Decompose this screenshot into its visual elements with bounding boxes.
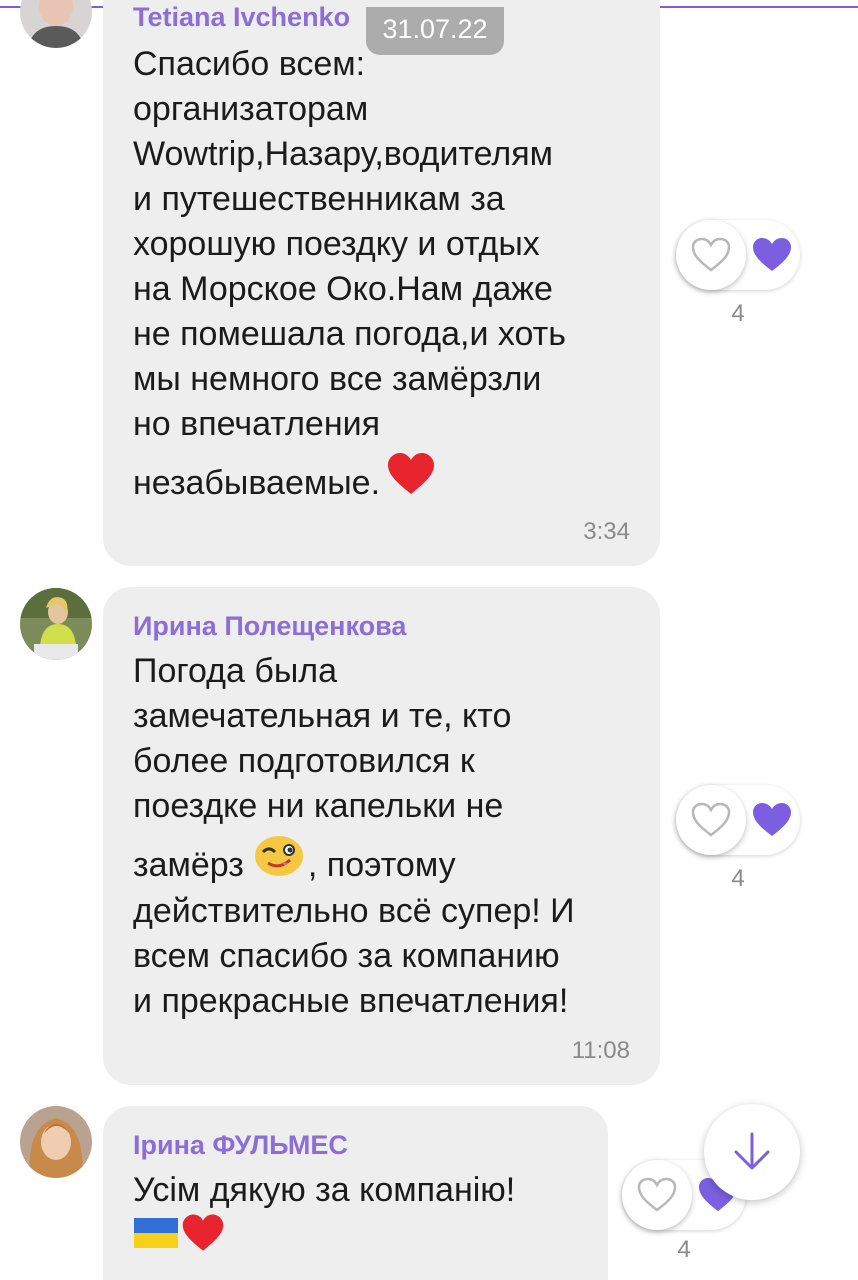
message-line: замечательная и те, кто (133, 697, 512, 735)
message-bubble[interactable]: Ирина Полещенкова Погода была замечатель… (103, 587, 660, 1085)
heart-outline-icon (691, 237, 731, 272)
red-heart-emoji-icon (181, 1213, 225, 1265)
avatar[interactable] (20, 0, 92, 48)
heart-filled-icon (753, 238, 791, 271)
message-line-emoji (133, 1213, 515, 1265)
date-pill: 31.07.22 (366, 7, 504, 55)
reaction-group: 4 (676, 220, 806, 327)
message-line: и прекрасные впечатления! (133, 982, 569, 1020)
message-time: 3:34 (583, 518, 630, 545)
message-line: мы немного все замёрзли (133, 360, 542, 398)
message-text: Спасибо всем: организаторам Wowtrip,Наза… (133, 42, 566, 507)
message-line-with-emoji: замёрз , поэтому (133, 829, 575, 889)
message-line: на Морское Око.Нам даже (133, 270, 553, 308)
message-line: поездке ни капельки не (133, 787, 504, 825)
reaction-group: 4 (676, 785, 806, 892)
message-line: и путешественникам за (133, 180, 505, 218)
message-time: 11:08 (571, 1037, 630, 1064)
message-line-with-emoji: незабываемые. (133, 447, 566, 507)
message-line: но впечатления (133, 405, 381, 443)
message-line: действительно всё супер! И (133, 892, 575, 930)
red-heart-emoji-icon (386, 449, 436, 521)
ukraine-flag-emoji-icon (133, 1216, 179, 1262)
reaction-count: 4 (731, 865, 745, 892)
message-bubble[interactable]: Tetiana Ivchenko Спасибо всем: организат… (103, 0, 660, 566)
message-bubble[interactable]: Ірина ФУЛЬМЕС Усім дякую за компанію! (103, 1106, 608, 1280)
message-line: организаторам (133, 90, 369, 128)
heart-filled-icon (753, 803, 791, 836)
like-button[interactable] (676, 785, 746, 855)
scroll-to-bottom-button[interactable] (704, 1104, 800, 1200)
chat-screen: Tetiana Ivchenko Спасибо всем: организат… (0, 0, 858, 1280)
message-line: не помешала погода,и хоть (133, 315, 566, 353)
sender-name[interactable]: Tetiana Ivchenko (133, 2, 350, 33)
message-line: Усім дякую за компанію! (133, 1171, 516, 1209)
message-line: всем спасибо за компанию (133, 937, 560, 975)
message-line: , поэтому (307, 846, 456, 884)
heart-outline-icon (637, 1177, 677, 1212)
message-line: незабываемые. (133, 464, 381, 502)
sender-name[interactable]: Ирина Полещенкова (133, 611, 406, 642)
heart-outline-icon (691, 802, 731, 837)
avatar[interactable] (20, 588, 92, 660)
message-line: Wowtrip,Назару,водителям (133, 135, 554, 173)
reaction-count: 4 (731, 300, 745, 327)
message-line: более подготовился к (133, 742, 475, 780)
sender-name[interactable]: Ірина ФУЛЬМЕС (133, 1130, 348, 1161)
message-text: Погода была замечательная и те, кто боле… (133, 649, 575, 1024)
avatar[interactable] (20, 1106, 92, 1178)
reaction-count: 4 (677, 1236, 691, 1263)
message-line: Погода была (133, 652, 338, 690)
message-line: замёрз (133, 846, 244, 884)
like-button[interactable] (622, 1160, 692, 1230)
message-text: Усім дякую за компанію! (133, 1168, 515, 1265)
message-line: хорошую поездку и отдых (133, 225, 540, 263)
like-button[interactable] (676, 220, 746, 290)
arrow-down-icon (734, 1132, 770, 1170)
